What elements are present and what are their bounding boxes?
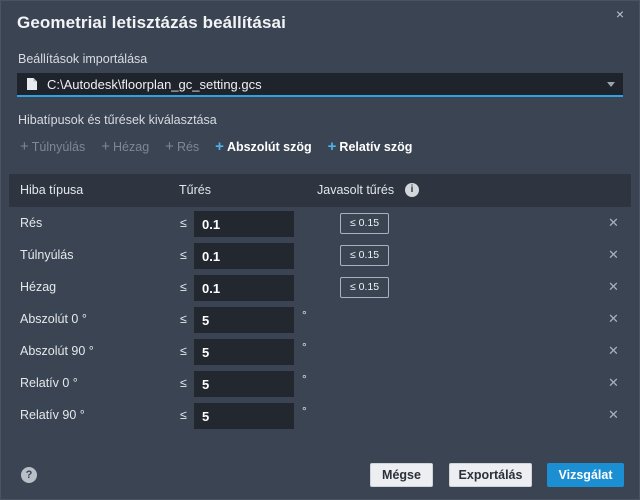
table-header: Hiba típusa Tűrés Javasolt tűrés i bbox=[9, 174, 631, 207]
tolerance-input[interactable] bbox=[194, 371, 294, 397]
table-row: Abszolút 0 ° ≤ ° ✕ bbox=[9, 304, 631, 336]
suggested-tolerance-button[interactable]: ≤ 0.15 bbox=[340, 213, 389, 234]
file-path-value: C:\Autodesk\floorplan_gc_setting.gcs bbox=[47, 76, 262, 92]
plus-icon: + bbox=[101, 138, 111, 155]
help-icon[interactable]: ? bbox=[21, 467, 37, 483]
suggested-tolerance-button[interactable]: ≤ 0.15 bbox=[340, 245, 389, 266]
add-overshoot-label: Túlnyúlás bbox=[31, 140, 86, 154]
settings-dialog: Geometriai letisztázás beállításai × Beá… bbox=[0, 0, 640, 500]
row-operator: ≤ bbox=[180, 248, 187, 262]
row-operator: ≤ bbox=[180, 344, 187, 358]
plus-icon: + bbox=[215, 138, 224, 155]
file-icon bbox=[27, 78, 37, 90]
type-button-bar: + Túlnyúlás + Hézag + Rés + Abszolút szög + R… bbox=[20, 138, 413, 155]
add-relative-angle-button[interactable]: + Relatív szög bbox=[327, 138, 413, 155]
plus-icon: + bbox=[327, 138, 337, 155]
row-name: Relatív 90 ° bbox=[20, 408, 85, 422]
cancel-button[interactable]: Mégse bbox=[370, 463, 433, 487]
close-icon[interactable]: ✕ bbox=[608, 343, 619, 359]
degree-unit: ° bbox=[302, 404, 307, 418]
degree-unit: ° bbox=[302, 372, 307, 386]
add-slit-label: Rés bbox=[176, 140, 200, 154]
add-absolute-angle-label: Abszolút szög bbox=[226, 140, 312, 154]
chevron-down-icon[interactable] bbox=[607, 82, 615, 87]
table-row: Túlnyúlás ≤ ≤ 0.15 ✕ bbox=[9, 240, 631, 272]
row-operator: ≤ bbox=[180, 408, 187, 422]
header-error-type: Hiba típusa bbox=[20, 183, 84, 197]
close-icon[interactable]: ✕ bbox=[608, 311, 619, 327]
close-icon[interactable]: ✕ bbox=[608, 407, 619, 423]
header-suggested-tolerance: Javasolt tűrés bbox=[317, 183, 395, 197]
check-button[interactable]: Vizsgálat bbox=[547, 463, 624, 487]
table-row: Abszolút 90 ° ≤ ° ✕ bbox=[9, 336, 631, 368]
close-icon[interactable]: × bbox=[611, 5, 629, 23]
table-row: Relatív 0 ° ≤ ° ✕ bbox=[9, 368, 631, 400]
dialog-title: Geometriai letisztázás beállításai bbox=[17, 13, 286, 32]
row-operator: ≤ bbox=[180, 280, 187, 294]
row-name: Túlnyúlás bbox=[20, 248, 74, 262]
plus-icon: + bbox=[165, 138, 174, 155]
tolerance-input[interactable] bbox=[194, 339, 294, 365]
add-gap-label: Hézag bbox=[113, 140, 150, 154]
export-button[interactable]: Exportálás bbox=[449, 463, 532, 487]
row-operator: ≤ bbox=[180, 376, 187, 390]
table-row: Hézag ≤ ≤ 0.15 ✕ bbox=[9, 272, 631, 304]
plus-icon: + bbox=[20, 138, 29, 155]
import-label: Beállítások importálása bbox=[18, 52, 148, 66]
row-name: Abszolút 90 ° bbox=[20, 344, 94, 358]
row-name: Rés bbox=[20, 216, 43, 230]
add-gap-button[interactable]: + Hézag bbox=[101, 138, 150, 155]
degree-unit: ° bbox=[302, 340, 307, 354]
add-slit-button[interactable]: + Rés bbox=[165, 138, 200, 155]
close-icon[interactable]: ✕ bbox=[608, 375, 619, 391]
add-absolute-angle-button[interactable]: + Abszolút szög bbox=[215, 138, 312, 155]
types-label: Hibatípusok és tűrések kiválasztása bbox=[18, 113, 217, 127]
row-name: Abszolút 0 ° bbox=[20, 312, 87, 326]
add-overshoot-button[interactable]: + Túlnyúlás bbox=[20, 138, 86, 155]
tolerance-input[interactable] bbox=[194, 403, 294, 429]
row-name: Hézag bbox=[20, 280, 57, 294]
tolerance-input[interactable] bbox=[194, 275, 294, 301]
tolerance-input[interactable] bbox=[194, 243, 294, 269]
row-operator: ≤ bbox=[180, 216, 187, 230]
header-tolerance: Tűrés bbox=[179, 183, 211, 197]
close-icon[interactable]: ✕ bbox=[608, 215, 619, 231]
tolerance-input[interactable] bbox=[194, 307, 294, 333]
table-row: Rés ≤ ≤ 0.15 ✕ bbox=[9, 208, 631, 240]
row-name: Relatív 0 ° bbox=[20, 376, 78, 390]
close-icon[interactable]: ✕ bbox=[608, 247, 619, 263]
table-row: Relatív 90 ° ≤ ° ✕ bbox=[9, 400, 631, 432]
add-relative-angle-label: Relatív szög bbox=[339, 140, 413, 154]
suggested-tolerance-button[interactable]: ≤ 0.15 bbox=[340, 277, 389, 298]
degree-unit: ° bbox=[302, 308, 307, 322]
tolerance-input[interactable] bbox=[194, 211, 294, 237]
import-file-select[interactable]: C:\Autodesk\floorplan_gc_setting.gcs bbox=[17, 73, 623, 97]
row-operator: ≤ bbox=[180, 312, 187, 326]
close-icon[interactable]: ✕ bbox=[608, 279, 619, 295]
info-icon[interactable]: i bbox=[405, 183, 419, 197]
